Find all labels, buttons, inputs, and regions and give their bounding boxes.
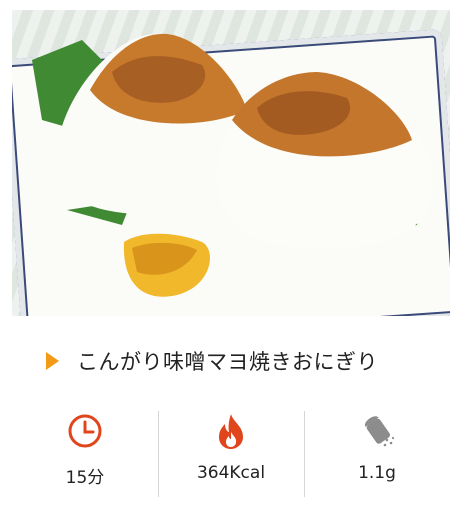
salt-value: 1.1g — [358, 463, 396, 483]
calories-value: 364Kcal — [196, 463, 266, 483]
recipe-photo[interactable] — [12, 10, 450, 316]
recipe-stats: 15分 364Kcal 1.1g — [12, 403, 450, 498]
stat-calories: 364Kcal — [158, 403, 304, 498]
onigiri-illustration — [32, 33, 434, 297]
time-value: 15分 — [65, 468, 105, 488]
recipe-title[interactable]: こんがり味噌マヨ焼きおにぎり — [77, 346, 378, 376]
clock-icon — [66, 411, 104, 451]
flame-icon — [216, 411, 246, 451]
recipe-title-row[interactable]: こんがり味噌マヨ焼きおにぎり — [46, 343, 446, 379]
recipe-card[interactable]: こんがり味噌マヨ焼きおにぎり 15分 364Kcal 1.1g — [0, 0, 462, 514]
play-icon — [46, 352, 59, 370]
stat-salt: 1.1g — [304, 403, 450, 498]
stat-time: 15分 — [12, 403, 158, 498]
salt-shaker-icon — [357, 411, 397, 451]
